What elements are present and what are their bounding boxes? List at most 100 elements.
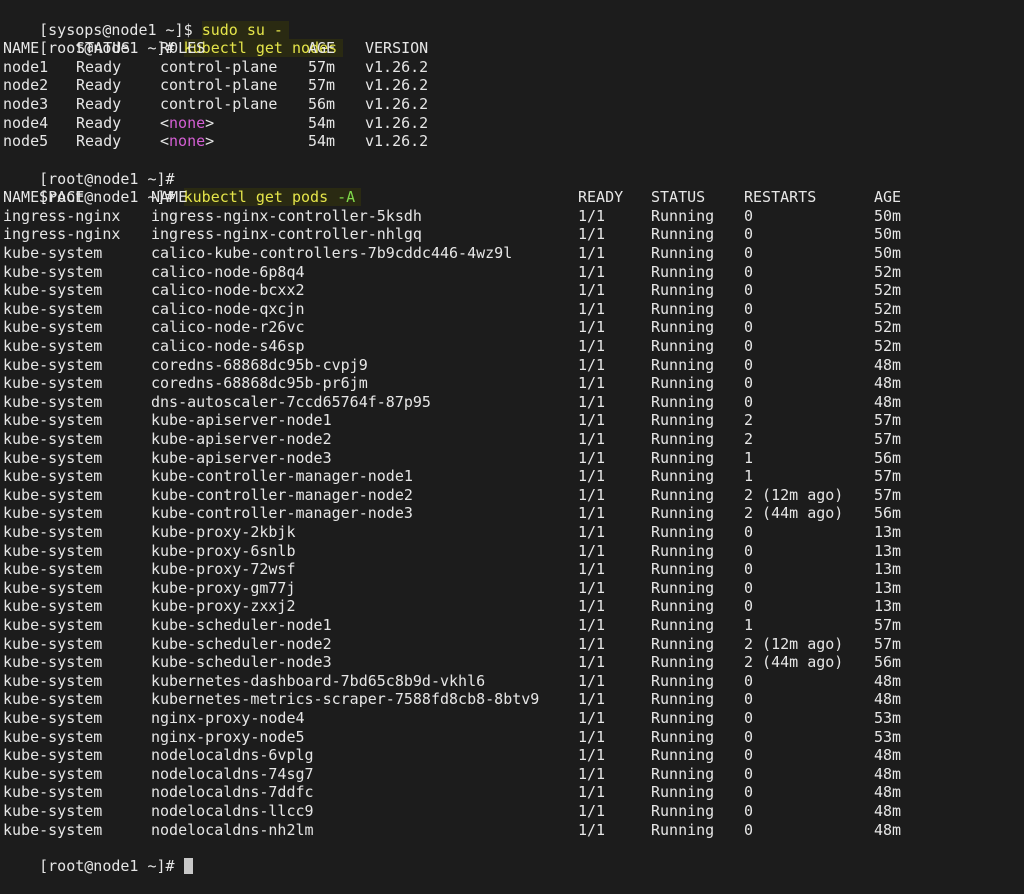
cell-age: 48m [874,671,902,690]
cell-version: v1.26.2 [365,95,429,113]
cell-ready: 1/1 [578,653,606,672]
cell-status: Running [651,597,715,616]
cell-namespace: kube-system [3,671,103,690]
cell-age: 48m [874,764,902,783]
cell-name: calico-node-qxcjn [151,299,305,318]
cell-ready: 1/1 [578,244,606,262]
cell-age: 50m [874,225,902,244]
cell-roles: <none> [160,113,215,132]
cell-restarts: 2 (12m ago) [744,634,844,653]
cell-ready: 1/1 [578,616,606,634]
cell-status: Running [651,578,715,597]
cell-age: 13m [874,560,902,579]
cell-namespace: kube-system [3,690,103,709]
cell-namespace: kube-system [3,709,103,727]
cell-status: Running [651,727,715,746]
cell-age: 57m [874,411,902,430]
cell-restarts: 0 [744,671,754,690]
cell-namespace: kube-system [3,281,103,300]
cell-restarts: 0 [744,374,754,393]
cell-name: nodelocaldns-74sg7 [151,764,314,783]
cell-age: 50m [874,244,902,262]
cell-status: Running [651,448,715,467]
cell-age: 52m [874,337,902,355]
cell-namespace: kube-system [3,504,103,523]
cell-namespace: kube-system [3,634,103,653]
cell-version: v1.26.2 [365,57,429,76]
cell-namespace: kube-system [3,746,103,765]
cell-status: Running [651,746,715,765]
terminal-line-final-prompt[interactable]: [root@node1 ~]# [3,838,193,875]
cell-namespace: kube-system [3,541,103,560]
cell-status: Running [651,392,715,411]
cell-version: v1.26.2 [365,132,429,151]
cell-namespace: kube-system [3,616,103,634]
terminal-window[interactable]: [sysops@node1 ~]$ sudo su - [root@node1 … [0,0,1024,875]
header-ready: READY [578,188,624,207]
cell-age: 56m [874,653,902,672]
cell-name: calico-kube-controllers-7b9cddc446-4wz9l [151,244,513,262]
cell-status: Running [651,653,715,672]
cell-status: Running [651,504,715,523]
cell-age: 57m [308,57,336,76]
cell-namespace: kube-system [3,262,103,281]
cell-restarts: 0 [744,802,754,820]
cell-age: 48m [874,820,902,839]
cell-namespace: kube-system [3,467,103,486]
cell-name: dns-autoscaler-7ccd65764f-87p95 [151,392,431,411]
cell-restarts: 0 [744,690,754,709]
cell-status: Running [651,690,715,709]
cell-age: 57m [874,634,902,653]
cell-namespace: kube-system [3,299,103,318]
cell-restarts: 0 [744,578,754,597]
cell-name: kube-proxy-2kbjk [151,523,296,541]
header-status: STATUS [651,188,706,207]
cell-age: 56m [874,448,902,467]
cell-ready: 1/1 [578,671,606,690]
cell-namespace: kube-system [3,318,103,337]
header-name: NAME [151,188,188,207]
cell-restarts: 2 (44m ago) [744,653,844,672]
cell-namespace: ingress-nginx [3,225,121,244]
cell-name: kube-scheduler-node2 [151,634,332,653]
cell-roles: control-plane [160,95,278,113]
cell-age: 13m [874,597,902,616]
cell-ready: 1/1 [578,430,606,448]
cell-age: 13m [874,541,902,560]
cell-name: kube-proxy-72wsf [151,560,296,579]
cell-status: Running [651,374,715,393]
cell-status: Ready [76,76,122,95]
cell-name: kube-apiserver-node1 [151,411,332,430]
cell-age: 53m [874,709,902,727]
cell-name: calico-node-bcxx2 [151,281,305,300]
cell-status: Running [651,634,715,653]
cell-name: ingress-nginx-controller-nhlgq [151,225,422,244]
cell-ready: 1/1 [578,597,606,616]
cell-namespace: kube-system [3,244,103,262]
cell-namespace: kube-system [3,653,103,672]
cell-name: node1 [3,57,49,76]
cell-ready: 1/1 [578,337,606,355]
cell-ready: 1/1 [578,709,606,727]
cell-restarts: 0 [744,225,754,244]
cell-age: 54m [308,132,336,151]
cell-name: kube-proxy-6snlb [151,541,296,560]
header-name: NAME [3,39,40,58]
cell-namespace: kube-system [3,392,103,411]
header-version: VERSION [365,39,429,58]
cell-ready: 1/1 [578,485,606,504]
cell-status: Running [651,616,715,634]
cell-restarts: 2 (44m ago) [744,504,844,523]
header-age: AGE [308,39,336,58]
header-age: AGE [874,188,902,207]
cell-status: Running [651,671,715,690]
terminal-line-get-pods: [root@node1 ~]# kubectl get pods -A [3,170,362,207]
cell-restarts: 0 [744,244,754,262]
cell-name: nodelocaldns-7ddfc [151,783,314,802]
cell-status: Running [651,820,715,839]
cell-status: Running [651,467,715,486]
cell-name: node5 [3,132,49,151]
cell-namespace: kube-system [3,430,103,448]
cell-status: Running [651,318,715,337]
cell-age: 48m [874,746,902,765]
